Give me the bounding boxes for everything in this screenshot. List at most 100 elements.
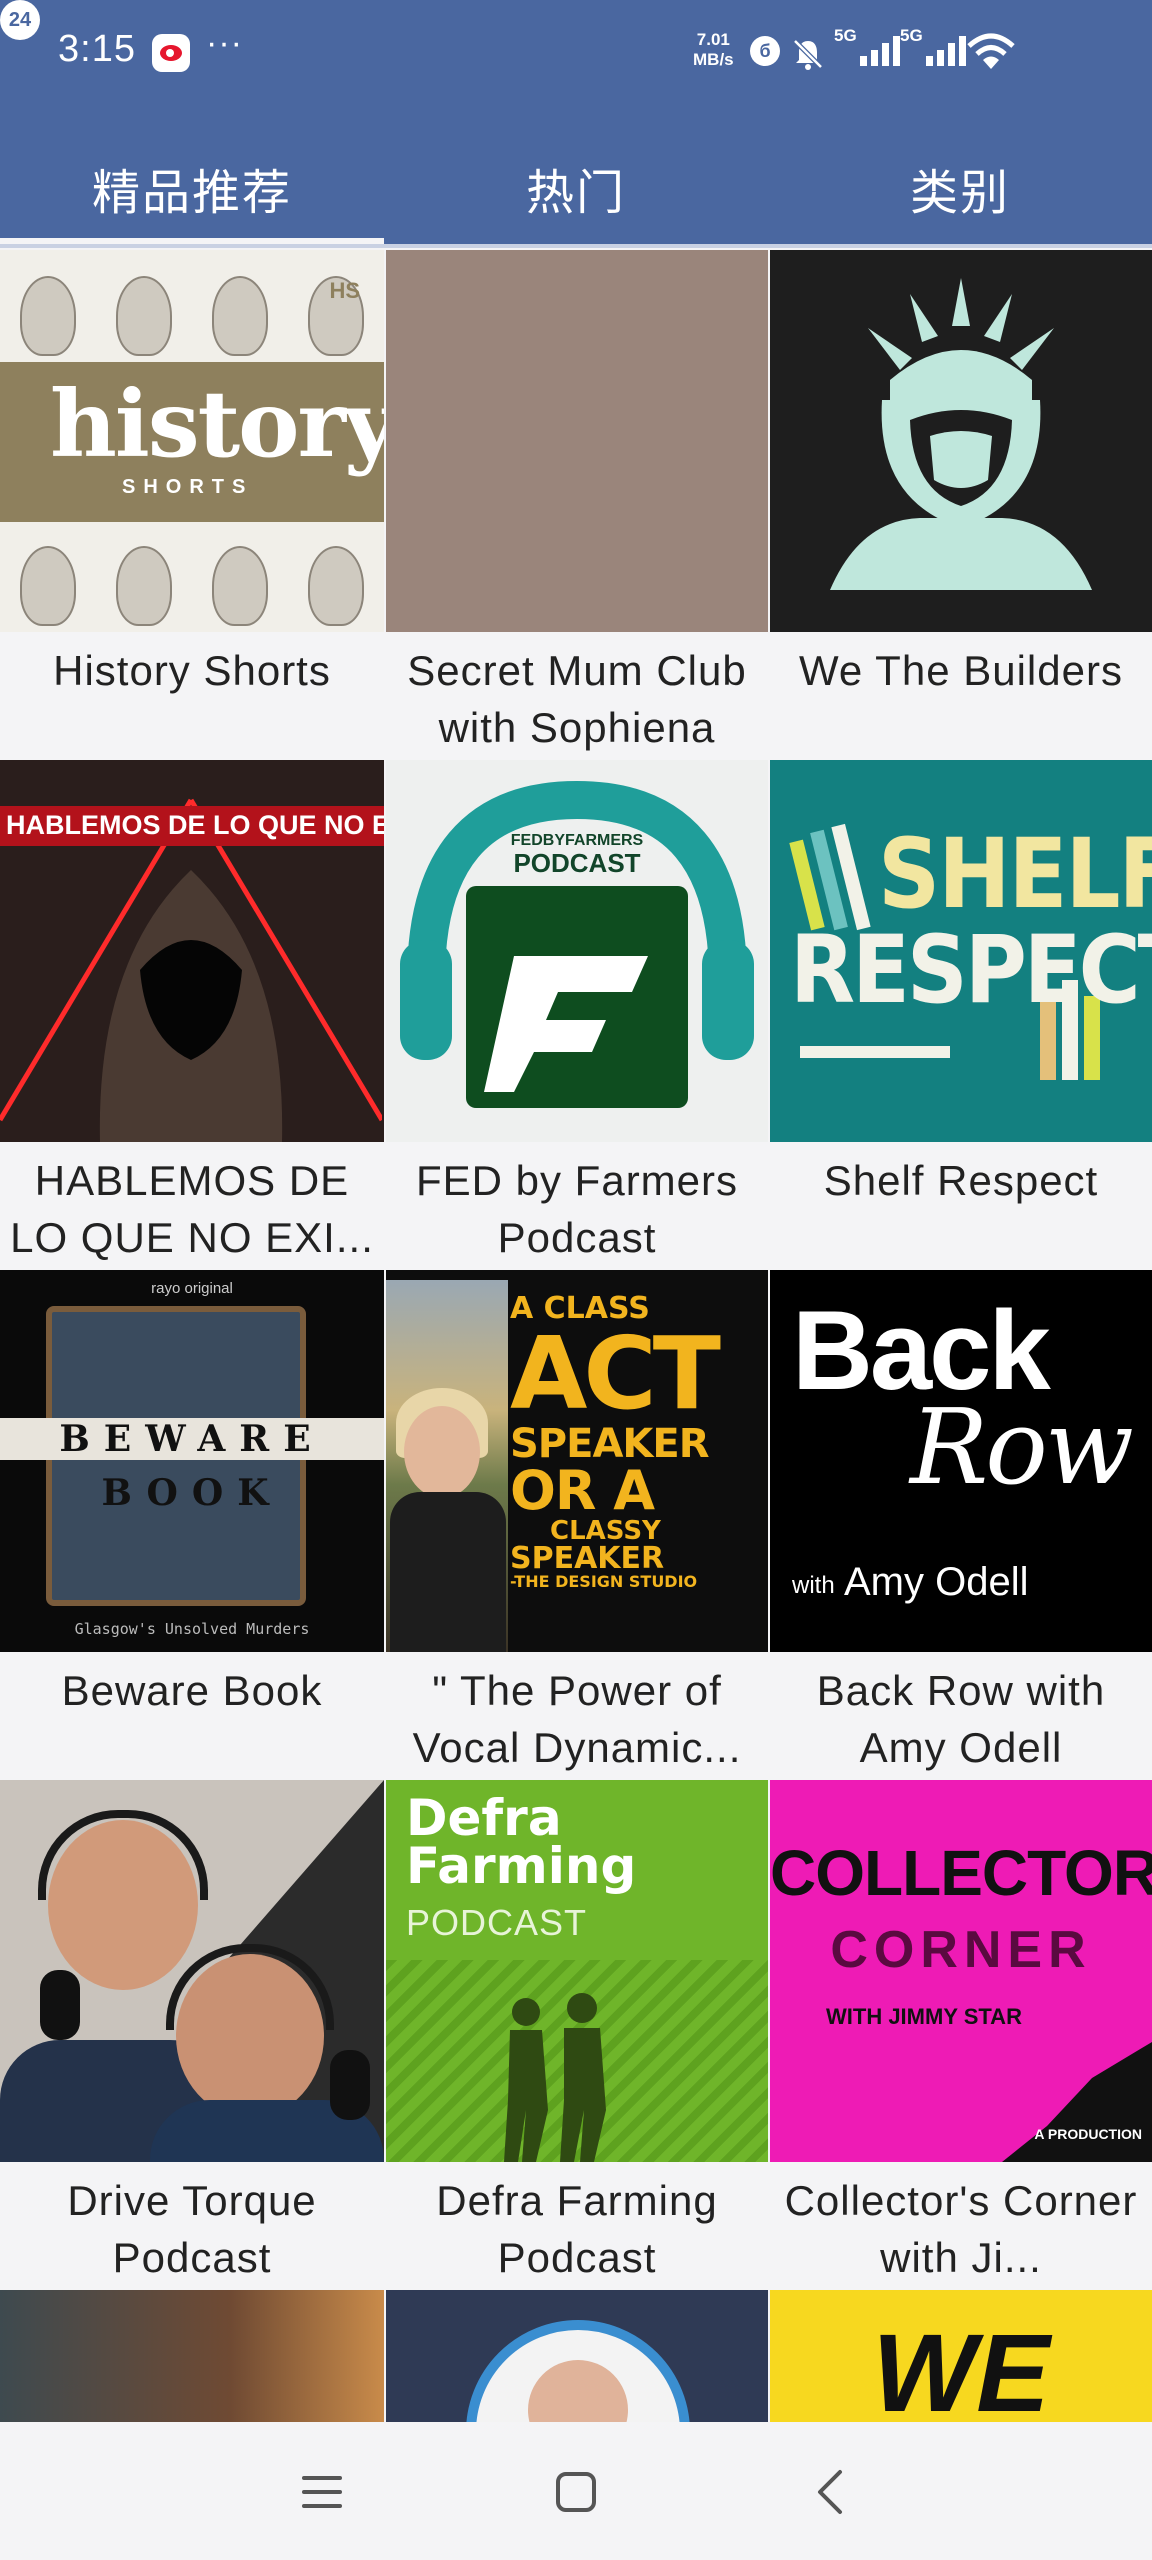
cover-brand: rayo original xyxy=(151,1280,233,1297)
podcast-title: Drive Torque Podcast xyxy=(67,2177,317,2281)
headphones-icon xyxy=(38,1810,208,1900)
podcast-item[interactable]: HABLEMOS DE LO QUE NO EXISTE HABLEMOS DE… xyxy=(0,760,384,1270)
tab-categories[interactable]: 类别 xyxy=(768,130,1152,246)
tab-label: 精品推荐 xyxy=(91,167,292,220)
grid-row: HS history SHORTS History Shorts Secret … xyxy=(0,250,1152,760)
portrait-sketches xyxy=(0,256,384,356)
podcast-item[interactable] xyxy=(0,2290,384,2422)
cover-banner-text: HABLEMOS DE LO QUE NO EXISTE xyxy=(6,810,384,840)
podcast-item[interactable]: Secret Mum Club with Sophiena xyxy=(384,250,768,760)
podcast-cover[interactable] xyxy=(386,2290,768,2422)
tab-label: 类别 xyxy=(909,167,1010,220)
podcast-cover[interactable]: Defra Farming PODCAST xyxy=(386,1780,768,2162)
microphone-icon xyxy=(40,1970,80,2040)
weibo-notification-icon xyxy=(152,34,190,72)
menu-icon xyxy=(302,2476,342,2508)
podcast-item[interactable]: Drive Torque Podcast xyxy=(0,1780,384,2290)
podcast-item[interactable]: WE xyxy=(768,2290,1152,2422)
tab-divider xyxy=(0,244,1152,248)
podcast-item[interactable]: Back Row with Amy Odell Back Row with Am… xyxy=(768,1270,1152,1780)
podcast-title: Collector's Corner with Ji... xyxy=(784,2177,1138,2281)
cover-line: SPEAKER xyxy=(510,1421,710,1467)
podcast-title: HABLEMOS DE LO QUE NO EXI... xyxy=(10,1157,374,1261)
grid-row: HABLEMOS DE LO QUE NO EXISTE HABLEMOS DE… xyxy=(0,760,1152,1270)
tab-featured[interactable]: 精品推荐 xyxy=(0,130,384,246)
cover-line: ACT xyxy=(510,1315,721,1432)
cover-title-line1: SHELF xyxy=(878,818,1152,930)
cover-with: with xyxy=(792,1572,835,1599)
podcast-cover[interactable]: HABLEMOS DE LO QUE NO EXISTE xyxy=(0,760,384,1142)
battery-icon: 24 xyxy=(0,0,40,40)
signal-label-2: 5G xyxy=(900,26,923,45)
cover-line: -THE DESIGN STUDIO xyxy=(510,1572,698,1591)
podcast-cover[interactable] xyxy=(386,250,768,632)
podcast-item[interactable]: We The Builders xyxy=(768,250,1152,760)
home-button[interactable] xyxy=(536,2452,616,2532)
podcast-item[interactable]: COLLECTOR'S CORNER WITH JIMMY STAR A PRO… xyxy=(768,1780,1152,2290)
podcast-cover[interactable]: SHELF RESPECT xyxy=(770,760,1152,1142)
podcast-cover[interactable]: FEDBYFARMERS PODCAST xyxy=(386,760,768,1142)
network-speed-value: 7.01 xyxy=(696,30,730,49)
cover-title: WE xyxy=(872,2312,1050,2422)
recent-apps-button[interactable] xyxy=(282,2452,362,2532)
podcast-item[interactable]: Defra Farming PODCAST Defra Farming Podc… xyxy=(384,1780,768,2290)
cover-badge: HS xyxy=(329,278,360,303)
mute-bell-icon xyxy=(793,39,823,70)
network-speed-unit: MB/s xyxy=(693,50,734,69)
cover-title-line2: CORNER xyxy=(830,1921,1092,1979)
tab-popular[interactable]: 热门 xyxy=(384,130,768,246)
microphone-icon xyxy=(330,2050,370,2120)
cover-subtitle: Glasgow's Unsolved Murders xyxy=(74,1620,310,1638)
cover-host: Amy Odell xyxy=(844,1560,1029,1604)
podcast-title: Back Row with Amy Odell xyxy=(816,1667,1106,1771)
podcast-cover[interactable]: A CLASS ACT SPEAKER OR A CLASSY SPEAKER … xyxy=(386,1270,768,1652)
statue-of-liberty-astronaut-icon xyxy=(830,278,1092,590)
system-navigation-bar xyxy=(0,2424,1152,2560)
grid-row: Drive Torque Podcast Defra Farming PODCA… xyxy=(0,1780,1152,2290)
podcast-item[interactable]: rayo original BEWARE BOOK Glasgow's Unso… xyxy=(0,1270,384,1780)
speaker-face xyxy=(404,1406,480,1498)
podcast-cover[interactable]: WE xyxy=(770,2290,1152,2422)
podcast-title: " The Power of Vocal Dynamic... xyxy=(412,1667,742,1771)
cover-title-line1: BEWARE xyxy=(0,1418,384,1460)
podcast-grid: HS history SHORTS History Shorts Secret … xyxy=(0,250,1152,2422)
podcast-item[interactable]: A CLASS ACT SPEAKER OR A CLASSY SPEAKER … xyxy=(384,1270,768,1780)
status-time: 3:15 xyxy=(58,28,136,70)
back-button[interactable] xyxy=(790,2452,870,2532)
grid-row: rayo original BEWARE BOOK Glasgow's Unso… xyxy=(0,1270,1152,1780)
cover-title-line1: COLLECTOR'S xyxy=(770,1837,1152,1909)
headphones-logo-icon xyxy=(400,780,754,1108)
cover-title-line2: Row xyxy=(910,1386,1134,1508)
podcast-cover[interactable]: HS history SHORTS xyxy=(0,250,384,632)
podcast-cover[interactable]: Back Row with Amy Odell xyxy=(770,1270,1152,1652)
podcast-item[interactable] xyxy=(384,2290,768,2422)
podcast-cover[interactable] xyxy=(0,2290,384,2422)
back-icon xyxy=(818,2470,842,2514)
cover-subtitle: WITH JIMMY STAR xyxy=(826,2004,1022,2029)
app-header: 3:15 ··· 7.01 MB/s б 5G 5G 24 精品推荐 热门 类别 xyxy=(0,0,1152,246)
grid-row: WE xyxy=(0,2290,1152,2422)
podcast-title: History Shorts xyxy=(53,647,331,694)
cover-title-bottom: PODCAST xyxy=(513,848,641,878)
podcast-cover[interactable]: rayo original BEWARE BOOK Glasgow's Unso… xyxy=(0,1270,384,1652)
cover-line: SPEAKER xyxy=(510,1541,665,1576)
podcast-item[interactable]: FEDBYFARMERS PODCAST FED by Farmers Podc… xyxy=(384,760,768,1270)
podcast-cover[interactable] xyxy=(770,250,1152,632)
podcast-title: Defra Farming Podcast xyxy=(436,2177,718,2281)
status-bar: 3:15 ··· 7.01 MB/s б 5G 5G 24 xyxy=(0,0,1152,110)
podcast-item[interactable]: SHELF RESPECT Shelf Respect xyxy=(768,760,1152,1270)
network-speed: 7.01 MB/s xyxy=(693,30,734,70)
podcast-title: Beware Book xyxy=(61,1667,323,1714)
more-notifications-icon: ··· xyxy=(206,24,243,62)
walking-couple-silhouette-icon xyxy=(504,1993,606,2162)
tab-label: 热门 xyxy=(525,167,626,220)
podcast-title: Shelf Respect xyxy=(823,1157,1099,1204)
signal-label: 5G xyxy=(834,26,857,45)
podcast-cover[interactable]: COLLECTOR'S CORNER WITH JIMMY STAR A PRO… xyxy=(770,1780,1152,2162)
podcast-title: Secret Mum Club with Sophiena xyxy=(407,647,747,751)
cover-line: OR A xyxy=(510,1459,655,1522)
podcast-title: We The Builders xyxy=(799,647,1123,694)
podcast-item[interactable]: HS history SHORTS History Shorts xyxy=(0,250,384,760)
podcast-cover[interactable] xyxy=(0,1780,384,2162)
home-icon xyxy=(556,2472,596,2512)
